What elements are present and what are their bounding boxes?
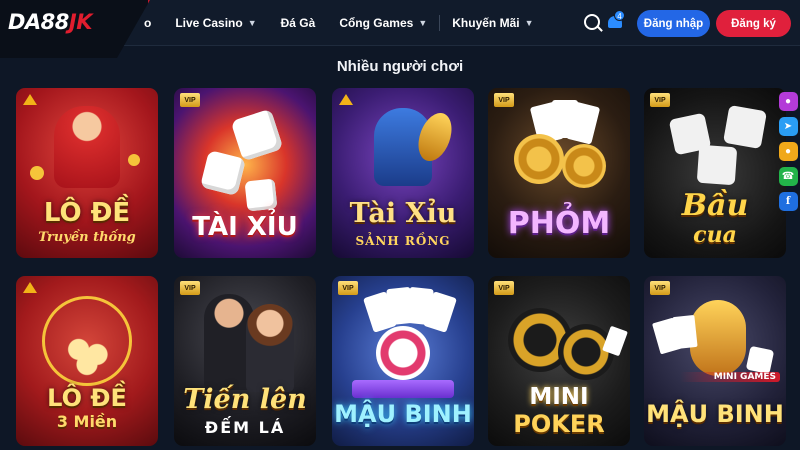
messenger-icon[interactable]: ● [778, 92, 798, 111]
game-card-bau-cua[interactable]: VIP Bầu cua [644, 88, 786, 258]
game-card-tai-xiu-sanh-rong[interactable]: Tài Xỉu SẢNH RỒNG [332, 88, 474, 258]
poker-chip-icon [514, 134, 564, 184]
notification-bell[interactable]: 4 [606, 10, 625, 32]
nav-item-da-ga[interactable]: Đá Gà [269, 0, 328, 46]
chevron-down-icon: ▼ [524, 18, 534, 28]
banner-ribbon [352, 380, 454, 398]
chevron-down-icon: ▼ [418, 18, 428, 28]
login-button[interactable]: Đăng nhập [637, 10, 710, 37]
social-rail: ● ➤ ● ☎ f [777, 92, 799, 211]
game-subtitle: 3 Miền [56, 412, 118, 431]
game-subtitle: SẢNH RỒNG [355, 234, 451, 248]
game-subtitle: POKER [513, 410, 605, 438]
game-card-mau-binh-mini[interactable]: VIP MINI GAMES MẬU BINH [644, 276, 786, 446]
game-subtitle: ĐẾM LÁ [204, 418, 286, 437]
nav-item-label: Cổng Games [339, 16, 414, 30]
dice-icon [230, 108, 284, 162]
game-title: MẬU BINH [334, 400, 472, 428]
hot-badge-icon [339, 94, 353, 105]
dice-icon [199, 149, 247, 197]
game-title: MẬU BINH [646, 400, 784, 428]
game-title: LÔ ĐỀ [47, 384, 127, 412]
game-card-mini-poker[interactable]: VIP MINI POKER [488, 276, 630, 446]
zalo-icon[interactable]: ● [778, 142, 798, 161]
game-card-mau-binh[interactable]: VIP MẬU BINH [332, 276, 474, 446]
poker-chip-icon [558, 324, 614, 380]
notification-count-badge: 4 [614, 10, 625, 21]
vip-badge: VIP [180, 93, 200, 107]
main-nav: o Live Casino ▼ Đá Gà Cổng Games ▼ Khuyế… [140, 0, 546, 46]
game-title: LÔ ĐỀ [43, 198, 131, 228]
dealer-woman-figure [246, 304, 294, 392]
facebook-icon[interactable]: f [778, 192, 798, 211]
game-title: PHỎM [507, 206, 611, 241]
gold-coin-icon [128, 154, 140, 166]
game-card-lo-de-truyen-thong[interactable]: LÔ ĐỀ Truyền thống [16, 88, 158, 258]
nav-item-live-casino[interactable]: Live Casino ▼ [163, 0, 268, 46]
nav-item-label: Đá Gà [280, 16, 316, 30]
telegram-icon[interactable]: ➤ [778, 117, 798, 136]
vip-badge: VIP [338, 281, 358, 295]
game-subtitle: Truyền thống [38, 230, 136, 245]
dragon-icon [690, 300, 746, 376]
hot-badge-icon [23, 94, 37, 105]
game-title: Bầu [681, 188, 749, 223]
dice-icon [696, 144, 738, 186]
dice-icon [722, 104, 768, 150]
site-logo[interactable]: DA88JK [8, 10, 93, 34]
nav-item-khuyen-mai[interactable]: Khuyến Mãi ▼ [440, 0, 545, 46]
dice-icon [745, 345, 775, 375]
vip-badge: VIP [650, 93, 670, 107]
game-card-phom[interactable]: VIP PHỎM [488, 88, 630, 258]
game-grid: LÔ ĐỀ Truyền thống VIP TÀI XỈU Tài Xỉu S… [16, 88, 786, 450]
gold-coin-icon [30, 166, 44, 180]
game-title: Tiến lên [183, 384, 307, 415]
game-card-tai-xiu[interactable]: VIP TÀI XỈU [174, 88, 316, 258]
logo-text-main: DA88 [8, 10, 69, 34]
god-of-wealth-figure [54, 106, 120, 188]
dice-icon [244, 178, 278, 212]
game-card-tien-len-dem-la[interactable]: VIP Tiến lên ĐẾM LÁ [174, 276, 316, 446]
nav-item-label: Khuyến Mãi [452, 16, 520, 30]
game-title: Tài Xỉu [349, 198, 457, 229]
vip-badge: VIP [650, 281, 670, 295]
vip-badge: VIP [180, 281, 200, 295]
game-card-lo-de-3-mien[interactable]: LÔ ĐỀ 3 Miền [16, 276, 158, 446]
vip-badge: VIP [494, 93, 514, 107]
logo-panel: DA88JK [0, 0, 150, 58]
search-icon[interactable] [584, 14, 600, 30]
game-title: MINI [529, 384, 589, 410]
nav-item-label: Live Casino [175, 16, 243, 30]
playing-card-icon [602, 325, 628, 357]
lottery-cage-icon [42, 296, 132, 386]
nav-item-cong-games[interactable]: Cổng Games ▼ [327, 0, 439, 46]
chevron-down-icon: ▼ [247, 18, 257, 28]
section-title: Nhiều người chơi [336, 58, 464, 75]
logo-text-accent: JK [68, 10, 93, 34]
mini-games-label: MINI GAMES [680, 372, 780, 382]
register-button[interactable]: Đăng ký [716, 10, 791, 37]
phone-icon[interactable]: ☎ [778, 167, 798, 186]
nav-item-partial-label: o [144, 16, 152, 30]
vip-badge: VIP [494, 281, 514, 295]
poker-chip-icon [562, 144, 606, 188]
game-subtitle: cua [693, 222, 737, 248]
game-title: TÀI XỈU [192, 212, 298, 242]
playing-card-icon [672, 314, 698, 350]
hot-badge-icon [23, 282, 37, 293]
poker-chip-icon [376, 326, 430, 380]
